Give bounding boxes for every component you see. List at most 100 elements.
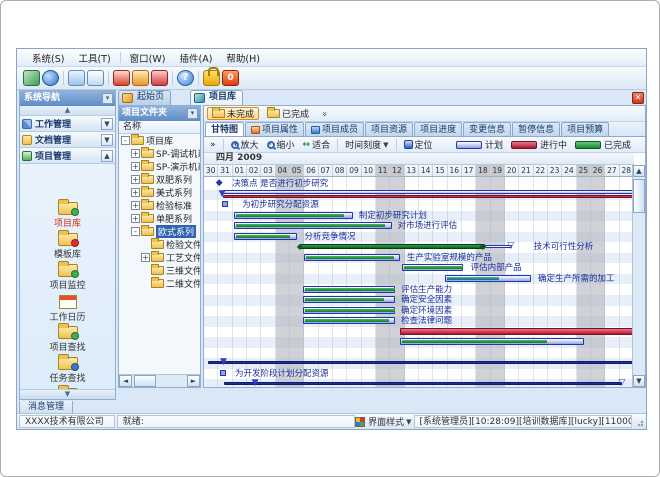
- sidebar-item-5[interactable]: 项目查找: [20, 321, 115, 352]
- gantt-tab-项目成员[interactable]: 项目成员: [305, 122, 364, 136]
- tab-起始页[interactable]: 起始页: [118, 90, 171, 105]
- toggle-collapse-icon[interactable]: -: [131, 227, 140, 236]
- fit-button[interactable]: ↔适合: [299, 138, 335, 151]
- exit-icon[interactable]: 0: [222, 70, 239, 86]
- gantt-bar-summaryDone[interactable]: [300, 244, 485, 249]
- scroll-left-icon[interactable]: ◄: [119, 375, 132, 387]
- gantt-bar-active[interactable]: [400, 328, 634, 335]
- toggle-expand-icon[interactable]: +: [131, 188, 140, 197]
- gantt-tab-项目预算[interactable]: 项目预算: [561, 122, 609, 136]
- help-icon[interactable]: ?: [177, 70, 194, 86]
- triDownHollow-marker[interactable]: ▽: [618, 379, 625, 387]
- sidebar-item-4[interactable]: 工作日历: [20, 290, 115, 321]
- triDown-marker[interactable]: ▼: [219, 190, 226, 199]
- sidebar-item-1[interactable]: 项目库: [20, 197, 115, 228]
- scroll-right-icon[interactable]: ►: [187, 375, 200, 387]
- diamond-marker[interactable]: ◆: [216, 179, 223, 188]
- globe-icon[interactable]: [42, 70, 59, 86]
- zoom-in-button[interactable]: +放大: [227, 138, 263, 151]
- triDown-marker[interactable]: ▼: [252, 379, 259, 387]
- gantt-bar-activeThin[interactable]: [223, 195, 634, 198]
- sidebar-item-2[interactable]: 模板库: [20, 228, 115, 259]
- tree-item-检验标准[interactable]: +检验标准: [119, 199, 200, 212]
- tree-item-SP-调试机系[interactable]: +SP-调试机系: [119, 147, 200, 160]
- tree-item-美式系列[interactable]: +美式系列: [119, 186, 200, 199]
- scroll-up-icon[interactable]: ▲: [633, 165, 645, 177]
- gantt-bar-task[interactable]: [234, 222, 392, 229]
- report-icon[interactable]: [151, 70, 168, 86]
- nav-group-3[interactable]: 项目管理▲: [20, 148, 115, 164]
- gantt-bar-task[interactable]: [303, 317, 395, 324]
- tree-item-项目库[interactable]: -项目库: [119, 134, 200, 147]
- schedule-icon[interactable]: [132, 70, 149, 86]
- diamondGreen-marker[interactable]: ◆: [297, 242, 303, 251]
- chevron-icon[interactable]: ▲: [101, 150, 113, 162]
- milestone-square[interactable]: [222, 201, 228, 207]
- triDown-marker[interactable]: ▼: [220, 358, 227, 367]
- menu-item-4[interactable]: 插件(A): [172, 51, 219, 65]
- milestone-square[interactable]: [220, 370, 226, 376]
- gantt-tab-项目资源[interactable]: 项目资源: [365, 122, 413, 136]
- layout-icon[interactable]: [87, 70, 104, 86]
- chevron-icon[interactable]: ▼: [101, 118, 113, 130]
- menu-item-5[interactable]: 帮助(H): [219, 51, 267, 65]
- gantt-tab-变更信息[interactable]: 变更信息: [463, 122, 511, 136]
- filter-未完成[interactable]: 未完成: [207, 107, 259, 120]
- toggle-expand-icon[interactable]: +: [141, 253, 150, 262]
- gantt-bar-task[interactable]: [303, 307, 395, 314]
- triDownHollow-marker[interactable]: ▽: [507, 242, 514, 251]
- scroll-down-icon[interactable]: ▼: [633, 375, 645, 387]
- menu-item-1[interactable]: 系统(S): [25, 51, 71, 65]
- nav-scroll-down[interactable]: ▼: [20, 389, 115, 399]
- gantt-tab-甘特图[interactable]: 甘特图: [205, 122, 244, 136]
- gantt-bar-taskTeal[interactable]: [445, 275, 531, 282]
- gantt-bar-task[interactable]: [303, 286, 395, 293]
- menu-item-3[interactable]: 窗口(W): [123, 51, 173, 65]
- toolbar-overflow-icon[interactable]: »: [206, 138, 220, 151]
- tree-item-单肥系列[interactable]: +单肥系列: [119, 212, 200, 225]
- toggle-expand-icon[interactable]: +: [131, 175, 140, 184]
- system-icon[interactable]: [23, 70, 40, 86]
- resize-grip[interactable]: [634, 417, 644, 427]
- tab-项目库[interactable]: 项目库: [190, 90, 243, 105]
- tree-item-欧式系列[interactable]: -欧式系列: [119, 225, 200, 238]
- toggle-expand-icon[interactable]: +: [131, 201, 140, 210]
- close-tab-icon[interactable]: ✕: [632, 92, 644, 104]
- gantt-bar-planThin[interactable]: [223, 190, 634, 194]
- gantt-bar-task[interactable]: [304, 254, 400, 261]
- gantt-tab-暂停信息[interactable]: 暂停信息: [512, 122, 560, 136]
- toggle-collapse-icon[interactable]: -: [121, 136, 130, 145]
- more-buttons-icon[interactable]: »: [319, 111, 329, 117]
- diamondGreen-marker[interactable]: ◆: [479, 242, 485, 251]
- toggle-expand-icon[interactable]: +: [131, 162, 140, 171]
- gantt-bar-task[interactable]: [303, 296, 395, 303]
- scrollbar-thumb[interactable]: [134, 375, 156, 387]
- toggle-expand-icon[interactable]: +: [131, 149, 140, 158]
- gantt-bar-summaryThin[interactable]: [208, 361, 634, 364]
- gantt-bar-task[interactable]: [402, 264, 464, 271]
- gantt-bar-summaryThin[interactable]: [224, 382, 622, 385]
- zoom-out-button[interactable]: -缩小: [263, 138, 299, 151]
- locate-button[interactable]: 定位: [400, 138, 437, 151]
- interface-style-selector[interactable]: 界面样式 ▼: [355, 415, 411, 428]
- tree-item-SP-演示机系[interactable]: +SP-演示机系: [119, 160, 200, 173]
- scrollbar-thumb[interactable]: [633, 179, 645, 213]
- nav-group-2[interactable]: 文档管理▼: [20, 132, 115, 148]
- tree-item-工艺文件[interactable]: +工艺文件: [119, 251, 200, 264]
- tree-item-检验文件[interactable]: 检验文件: [119, 238, 200, 251]
- time-scale-dropdown[interactable]: 时间刻度▼: [341, 138, 392, 151]
- mail-icon[interactable]: [113, 70, 130, 86]
- gantt-tab-项目属性[interactable]: 项目属性: [245, 122, 304, 136]
- tree-item-二维文件[interactable]: 二维文件: [119, 277, 200, 290]
- nav-scroll-up[interactable]: ▲: [20, 106, 115, 116]
- chevron-icon[interactable]: ▼: [101, 134, 113, 146]
- window-icon[interactable]: [68, 70, 85, 86]
- nav-group-1[interactable]: 工作管理▼: [20, 116, 115, 132]
- lock-icon[interactable]: [203, 70, 220, 86]
- menu-item-2[interactable]: 工具(T): [71, 51, 117, 65]
- sidebar-item-6[interactable]: 任务查找: [20, 352, 115, 383]
- gantt-tab-项目进度[interactable]: 项目进度: [414, 122, 462, 136]
- tree-item-双肥系列[interactable]: +双肥系列: [119, 173, 200, 186]
- sidebar-item-3[interactable]: 项目监控: [20, 259, 115, 290]
- toggle-expand-icon[interactable]: +: [131, 214, 140, 223]
